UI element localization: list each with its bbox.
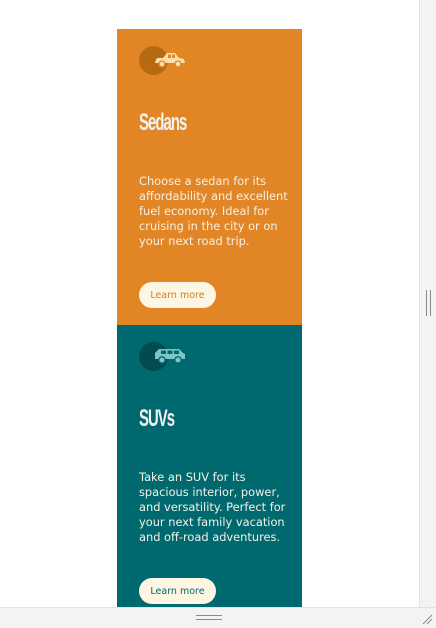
sedans-description: Choose a sedan for its affordability and… (139, 174, 288, 248)
horizontal-resize-grip[interactable] (196, 615, 222, 620)
sedans-learn-more-button[interactable]: Learn more (139, 282, 216, 308)
vertical-scrollbar[interactable] (419, 0, 436, 607)
vertical-resize-grip[interactable] (426, 290, 431, 316)
sedan-car-icon (139, 46, 189, 76)
horizontal-scrollbar[interactable] (0, 607, 436, 628)
sedans-card: Sedans Choose a sedan for its affordabil… (117, 29, 302, 325)
suvs-description: Take an SUV for its spacious interior, p… (139, 470, 286, 544)
browser-viewport: Sedans Choose a sedan for its affordabil… (0, 0, 419, 607)
suvs-card: SUVs Take an SUV for its spacious interi… (117, 325, 302, 607)
suvs-learn-more-button[interactable]: Learn more (139, 578, 216, 604)
sedans-title: Sedans (139, 109, 187, 136)
suv-car-icon (139, 342, 189, 372)
resize-corner-icon[interactable] (421, 613, 433, 625)
suvs-title: SUVs (139, 405, 175, 432)
car-category-cards: Sedans Choose a sedan for its affordabil… (117, 29, 302, 607)
